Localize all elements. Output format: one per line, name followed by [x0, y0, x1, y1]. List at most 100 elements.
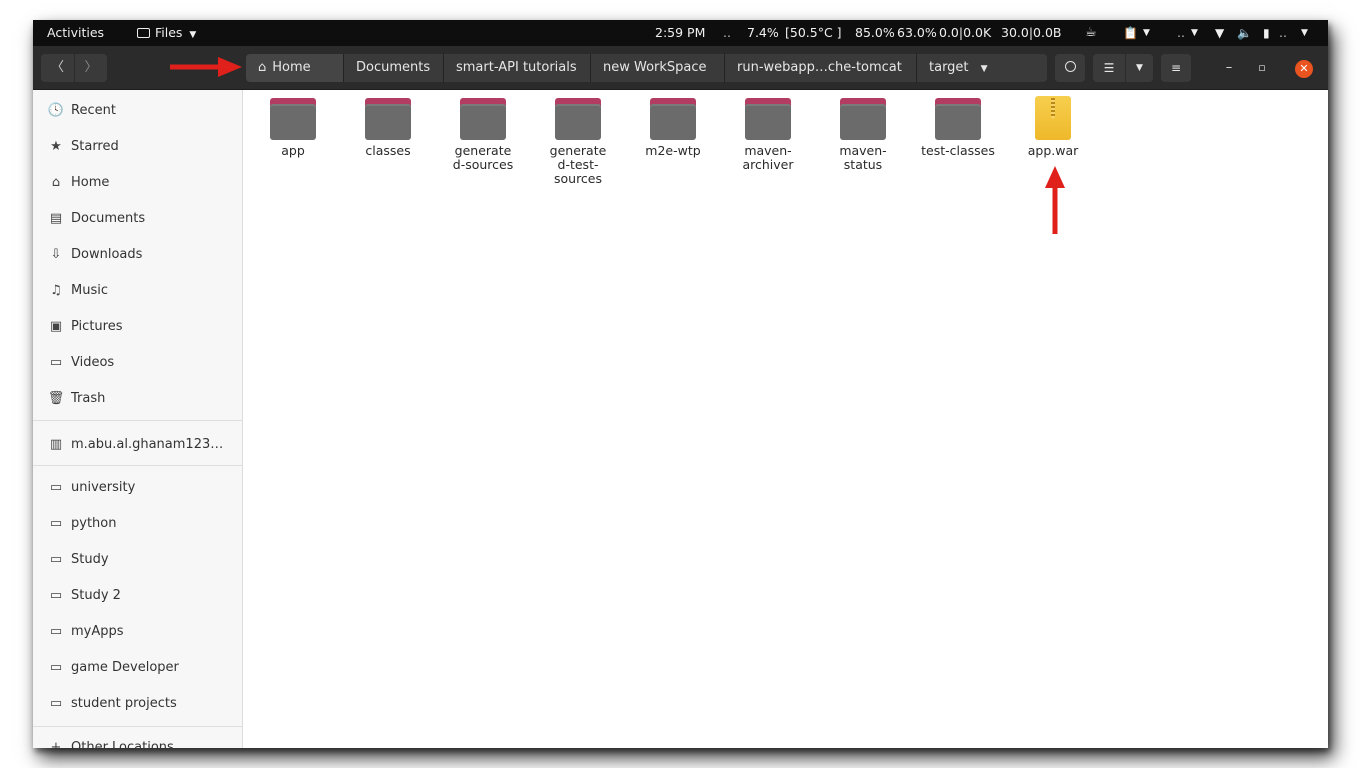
- file-name: m2e-wtp: [645, 143, 701, 158]
- chevron-down-icon: ▼: [1191, 28, 1198, 38]
- sidebar-item-network-drive[interactable]: ▥ m.abu.al.ghanam123…: [33, 427, 242, 463]
- file-name: classes: [365, 143, 411, 158]
- breadcrumb-smart-api-tutorials[interactable]: smart-API tutorials: [444, 54, 590, 82]
- sidebar-item-other-locations[interactable]: + Other Locations: [33, 730, 242, 748]
- cpu-usage: 7.4%: [747, 25, 779, 40]
- sidebar-item-university[interactable]: ▭ university: [33, 470, 242, 506]
- breadcrumb-run-webapp[interactable]: run-webapp…che-tomcat: [725, 54, 916, 82]
- search-button[interactable]: [1055, 54, 1085, 82]
- folder-icon: ▭: [49, 480, 63, 495]
- screenshot-stage: Activities Files ▼ 2:59 PM .. 7.4% [50.5…: [0, 0, 1360, 768]
- sidebar-item-music[interactable]: ♫ Music: [33, 273, 242, 309]
- folder-icon: [745, 98, 791, 140]
- sidebar-item-home[interactable]: ⌂ Home: [33, 165, 242, 201]
- coffee-icon[interactable]: ☕: [1085, 20, 1097, 46]
- minimize-button[interactable]: –: [1219, 54, 1239, 82]
- plus-icon: +: [50, 740, 62, 748]
- clock[interactable]: 2:59 PM: [655, 20, 705, 46]
- folder-icon: ▭: [49, 660, 63, 675]
- sidebar-item-videos[interactable]: ▭ Videos: [33, 345, 242, 381]
- sidebar-item-trash[interactable]: 🗑 Trash: [33, 381, 242, 417]
- app-menu[interactable]: Files ▼: [137, 20, 196, 46]
- file-item-maven-archiver[interactable]: maven-archiver: [724, 98, 812, 172]
- chevron-down-icon: ▼: [189, 30, 197, 40]
- maximize-button[interactable]: ▫: [1252, 54, 1272, 82]
- star-icon: ★: [50, 139, 62, 154]
- trash-icon: 🗑: [47, 391, 65, 406]
- swap-usage: 63.0%: [897, 25, 937, 40]
- sidebar-item-python[interactable]: ▭ python: [33, 506, 242, 542]
- file-name: app: [281, 143, 305, 158]
- folder-icon: [365, 98, 411, 140]
- forward-button[interactable]: 〉: [74, 54, 107, 82]
- file-item-classes[interactable]: classes: [344, 98, 432, 158]
- sidebar-item-label: Videos: [71, 355, 115, 370]
- close-button[interactable]: ✕: [1295, 60, 1313, 78]
- sidebar-item-myapps[interactable]: ▭ myApps: [33, 614, 242, 650]
- sidebar-item-label: Study: [71, 552, 109, 567]
- search-icon: [1064, 61, 1076, 72]
- files-window: Activities Files ▼ 2:59 PM .. 7.4% [50.5…: [33, 20, 1328, 748]
- sidebar-item-recent[interactable]: 🕓 Recent: [33, 93, 242, 129]
- sidebar-item-documents[interactable]: ▤ Documents: [33, 201, 242, 237]
- file-item-maven-status[interactable]: maven-status: [819, 98, 907, 172]
- sidebar-item-label: Study 2: [71, 588, 121, 603]
- sidebar-item-starred[interactable]: ★ Starred: [33, 129, 242, 165]
- sidebar-item-label: Recent: [71, 103, 116, 118]
- sidebar-item-label: Home: [71, 175, 110, 190]
- file-item-generated-sources[interactable]: generated-sources: [439, 98, 527, 172]
- clock-icon: 🕓: [47, 103, 65, 118]
- file-item-m2e-wtp[interactable]: m2e-wtp: [629, 98, 717, 158]
- download-icon: ⇩: [50, 247, 62, 262]
- file-item-test-classes[interactable]: test-classes: [914, 98, 1002, 158]
- sidebar-divider: [33, 420, 242, 421]
- battery-icon[interactable]: ▮: [1263, 20, 1270, 46]
- indicator-dots: ..: [723, 25, 731, 40]
- sidebar-item-label: Starred: [71, 139, 119, 154]
- sidebar-item-study-2[interactable]: ▭ Study 2: [33, 578, 242, 614]
- view-toggle-button[interactable]: ☰ ▼: [1093, 54, 1153, 82]
- breadcrumb-home[interactable]: ⌂ Home: [246, 54, 343, 82]
- breadcrumb-new-workspace[interactable]: new WorkSpace: [591, 54, 724, 82]
- folder-icon: ▭: [49, 588, 63, 603]
- sidebar-item-label: Other Locations: [71, 740, 174, 748]
- wifi-icon[interactable]: ▼: [1215, 20, 1224, 46]
- folder-icon: [935, 98, 981, 140]
- file-item-app[interactable]: app: [249, 98, 337, 158]
- sidebar-item-label: python: [71, 516, 117, 531]
- file-name: maven-archiver: [742, 143, 794, 172]
- back-button[interactable]: 〈: [41, 54, 74, 82]
- file-item-generated-test-sources[interactable]: generated-test-sources: [534, 98, 622, 186]
- sidebar-item-pictures[interactable]: ▣ Pictures: [33, 309, 242, 345]
- indicator-dots: ..: [1177, 25, 1185, 40]
- sidebar-item-downloads[interactable]: ⇩ Downloads: [33, 237, 242, 273]
- folder-icon: [840, 98, 886, 140]
- file-item-app-war[interactable]: app.war: [1009, 96, 1097, 158]
- sidebar-divider: [33, 726, 242, 727]
- indicator-dots: ..: [1279, 25, 1287, 40]
- sidebar-item-study[interactable]: ▭ Study: [33, 542, 242, 578]
- sidebar-item-label: m.abu.al.ghanam123…: [71, 437, 224, 452]
- menu-button[interactable]: ≡: [1161, 54, 1191, 82]
- disk-io: 30.0|0.0B: [1001, 25, 1062, 40]
- home-icon: ⌂: [51, 175, 61, 190]
- cpu-temp: [50.5°C ]: [785, 25, 842, 40]
- sidebar-divider: [33, 465, 242, 466]
- sidebar-item-label: Trash: [71, 391, 106, 406]
- app-menu-label: Files: [155, 25, 183, 40]
- breadcrumb-documents[interactable]: Documents: [344, 54, 443, 82]
- sidebar-item-label: myApps: [71, 624, 124, 639]
- chevron-down-icon: ▼: [980, 64, 988, 74]
- sidebar-item-game-developer[interactable]: ▭ game Developer: [33, 650, 242, 686]
- clipboard-icon[interactable]: 📋: [1123, 20, 1138, 46]
- breadcrumb-target[interactable]: target ▼: [917, 54, 1047, 82]
- breadcrumb-label: Home: [272, 60, 311, 75]
- hamburger-icon: ≡: [1170, 61, 1182, 75]
- activities-button[interactable]: Activities: [47, 20, 104, 46]
- navigation-buttons: 〈 〉: [41, 54, 107, 82]
- volume-icon[interactable]: 🔈: [1237, 20, 1252, 46]
- file-name: generated-sources: [452, 143, 514, 172]
- sidebar-item-student-projects[interactable]: ▭ student projects: [33, 686, 242, 722]
- file-name: generated-test-sources: [549, 143, 607, 186]
- folder-icon: ▭: [49, 552, 63, 567]
